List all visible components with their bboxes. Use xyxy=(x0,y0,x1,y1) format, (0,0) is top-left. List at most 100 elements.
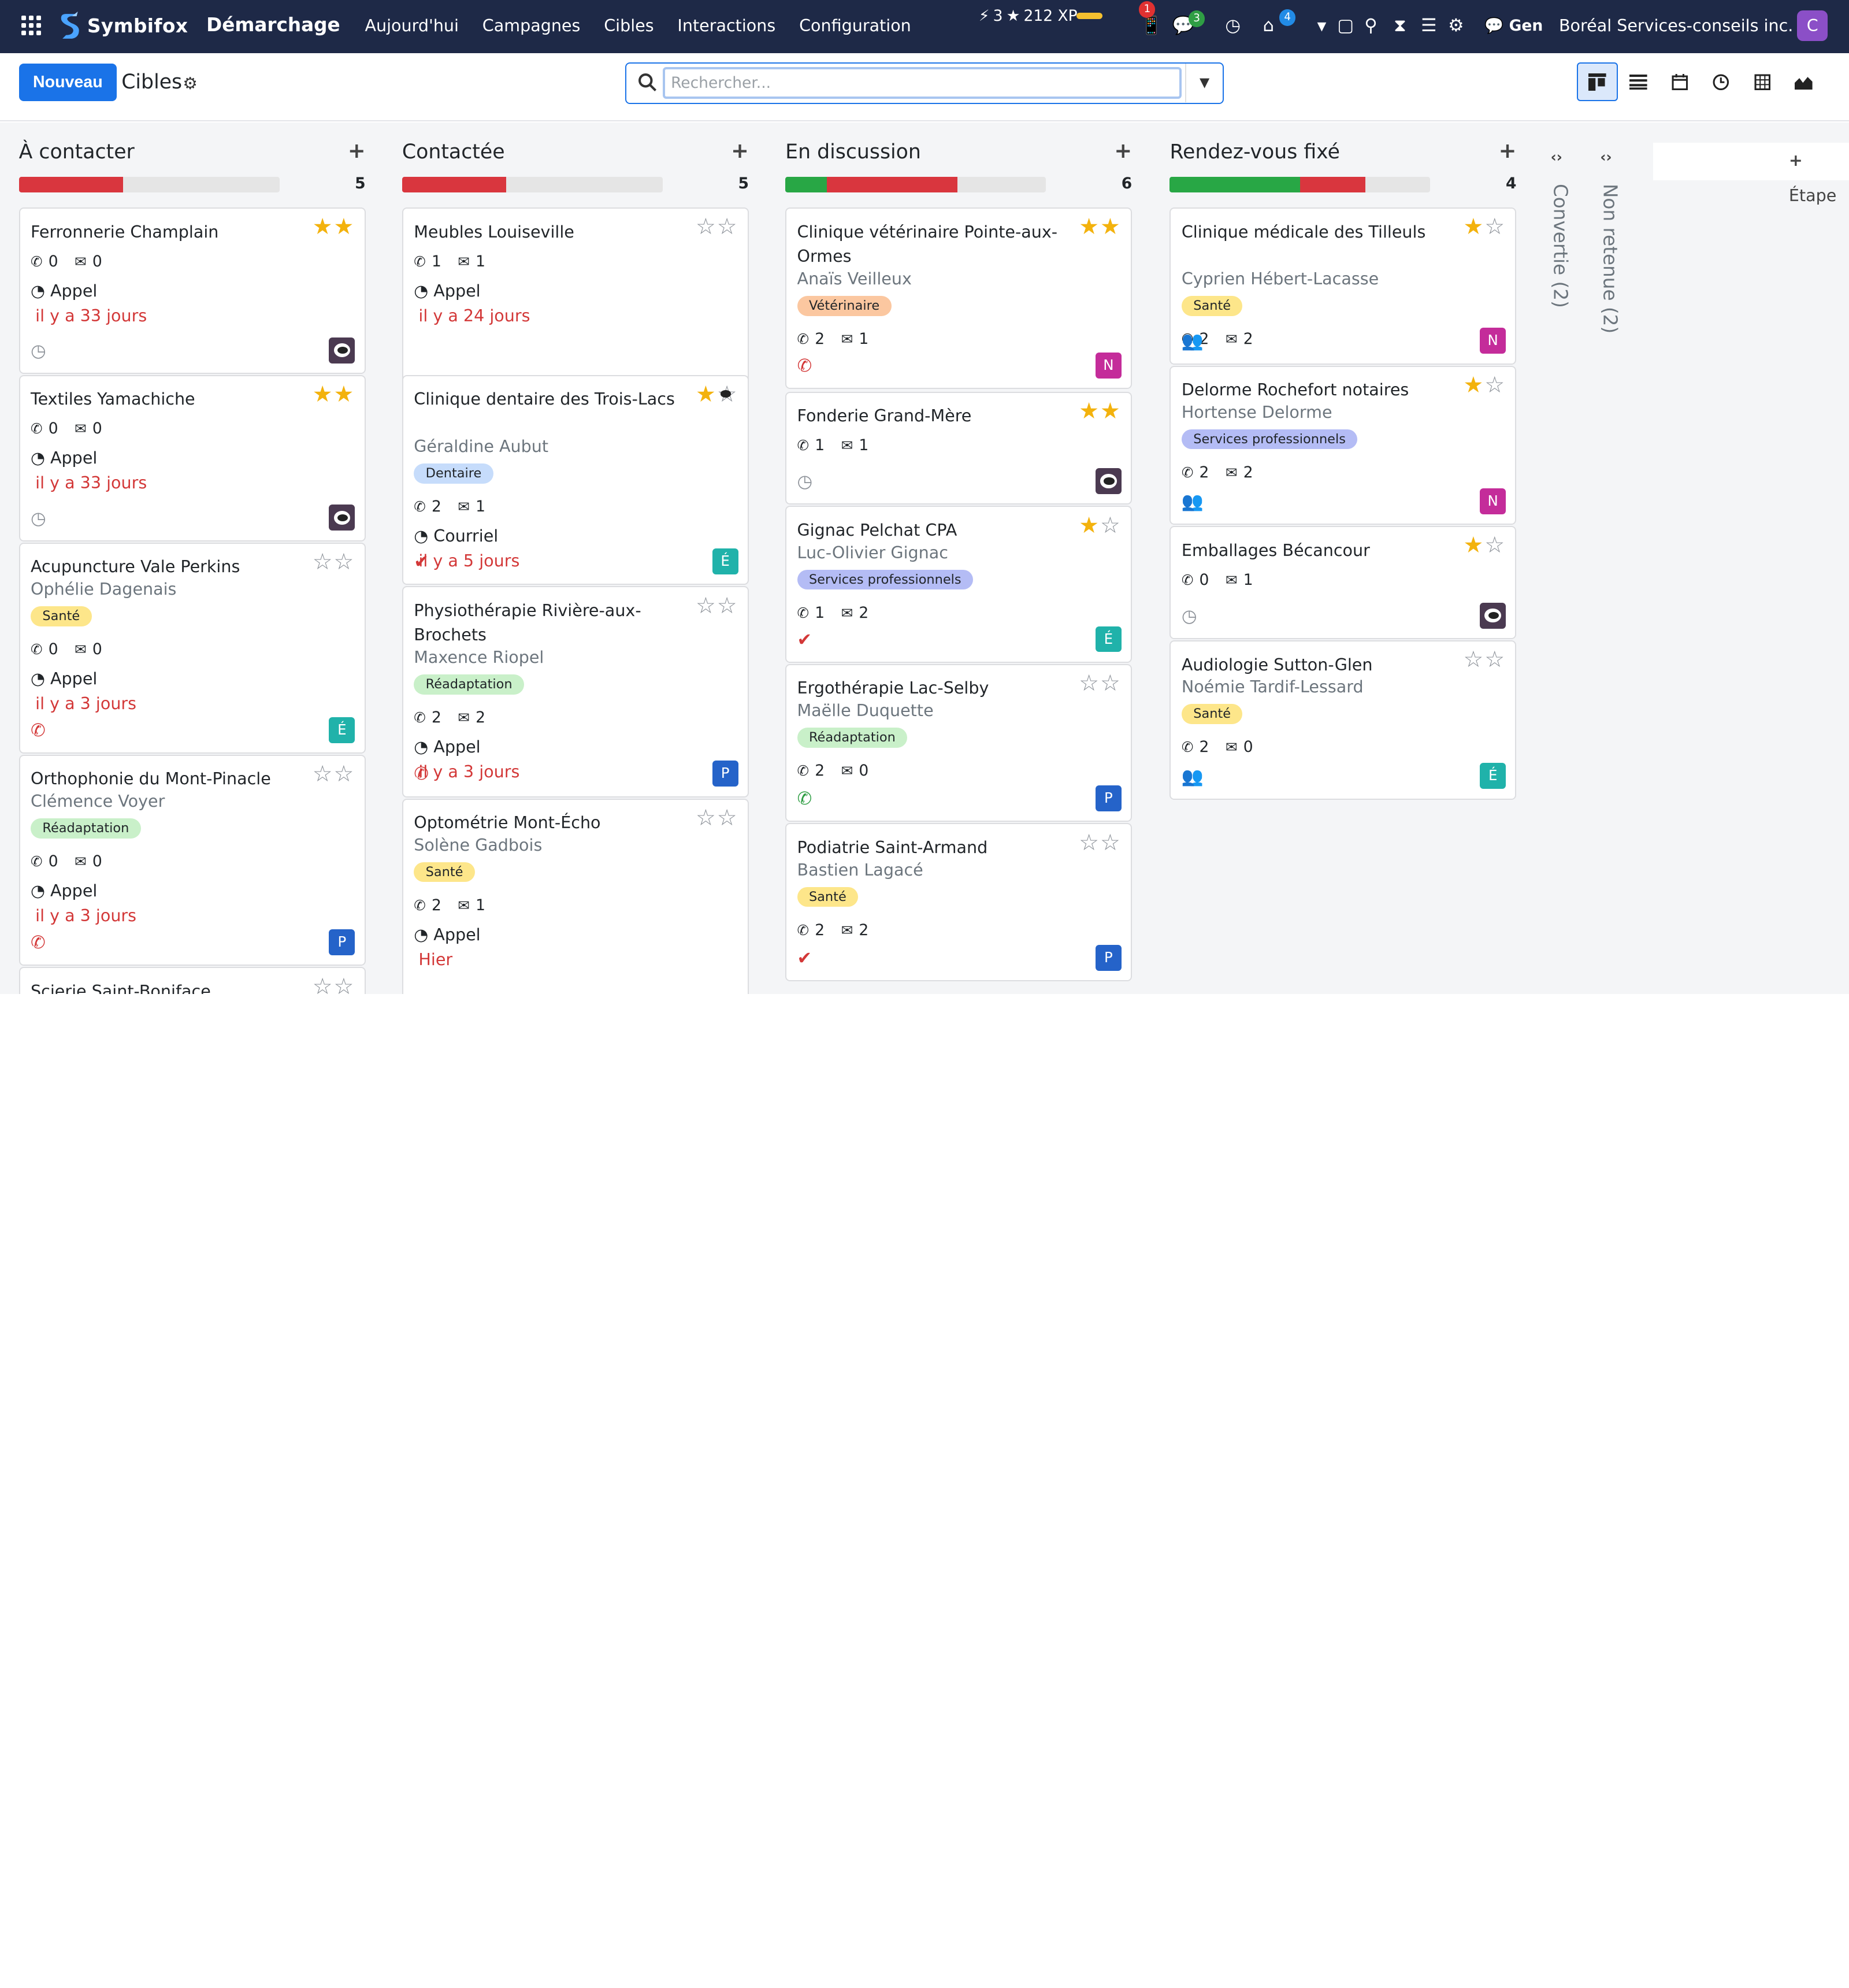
priority-star-icon[interactable]: ★ xyxy=(1079,398,1100,424)
search-icon[interactable]: ⚲ xyxy=(1364,16,1377,37)
group-icon[interactable]: 👥 xyxy=(1182,492,1204,512)
menu-item-campaigns[interactable]: Campagnes xyxy=(482,16,581,35)
assignee-avatar[interactable]: É xyxy=(1480,763,1506,789)
list-view-button[interactable] xyxy=(1618,62,1659,101)
new-button[interactable]: Nouveau xyxy=(18,64,117,102)
kanban-card[interactable]: Audiologie Sutton-Glen ☆☆ Noémie Tardif-Le… xyxy=(1169,640,1517,800)
kanban-card[interactable]: Fonderie Grand-Mère ★★ ✆ 1 ✉ 1 ◷ xyxy=(785,391,1133,505)
priority-star-icon[interactable]: ☆ xyxy=(1100,513,1122,539)
clock-icon[interactable]: ◷ xyxy=(31,342,46,361)
calendar-view-button[interactable] xyxy=(1659,62,1700,101)
next-activity[interactable]: ◔ Appel xyxy=(414,737,480,756)
check-icon[interactable]: ✔ xyxy=(797,630,812,650)
assignee-avatar[interactable] xyxy=(1095,468,1122,495)
pivot-view-button[interactable] xyxy=(1742,62,1783,101)
priority-star-icon[interactable]: ★ xyxy=(313,214,334,240)
priority-stars[interactable]: ☆☆ xyxy=(313,762,355,787)
kanban-card[interactable]: Textiles Yamachiche ★★ ✆ 0 ✉ 0 ◔ Appel il y a 3… xyxy=(18,374,366,541)
assignee-avatar[interactable]: É xyxy=(329,717,355,743)
clock-icon[interactable]: ◷ xyxy=(1182,607,1197,626)
add-stage-button[interactable]: + Étape xyxy=(1653,142,1849,205)
folded-column-converted[interactable]: ‹› Convertie (2) xyxy=(1544,123,1592,994)
priority-star-icon[interactable]: ☆ xyxy=(717,593,738,619)
menu-item-targets[interactable]: Cibles xyxy=(604,16,654,35)
priority-stars[interactable]: ★☆ xyxy=(1079,514,1122,538)
priority-star-icon[interactable]: ☆ xyxy=(696,593,717,619)
activity-view-button[interactable] xyxy=(1701,62,1742,101)
kanban-card[interactable]: Orthophonie du Mont-Pinacle ☆☆ Clémence Vo… xyxy=(18,755,366,966)
company-switcher[interactable]: Boréal Services-conseils inc. xyxy=(1559,16,1793,35)
sliders-icon[interactable]: ☰ xyxy=(1421,16,1436,37)
clock-icon[interactable]: ◷ xyxy=(1225,16,1241,37)
clock-icon[interactable]: ◷ xyxy=(31,509,46,529)
assignee-avatar[interactable] xyxy=(329,505,355,531)
priority-star-icon[interactable]: ☆ xyxy=(1484,372,1506,398)
priority-star-icon[interactable]: ★ xyxy=(1464,532,1485,558)
assignee-avatar[interactable]: P xyxy=(329,929,355,955)
caret-down-icon[interactable]: ▼ xyxy=(1317,16,1327,37)
priority-stars[interactable]: ☆☆ xyxy=(1079,672,1122,696)
menu-item-interactions[interactable]: Interactions xyxy=(677,16,775,35)
priority-stars[interactable]: ☆☆ xyxy=(1079,830,1122,856)
priority-stars[interactable]: ★☆ xyxy=(1464,214,1506,240)
group-icon[interactable]: 👥 xyxy=(1182,767,1204,787)
check-icon[interactable]: ✔ xyxy=(414,552,429,572)
add-card-plus-icon[interactable]: + xyxy=(731,138,749,163)
priority-star-icon[interactable]: ★ xyxy=(1464,372,1485,398)
priority-star-icon[interactable]: ☆ xyxy=(1079,670,1100,696)
progress-segment-green[interactable] xyxy=(785,177,827,192)
next-activity[interactable]: ◔ Appel xyxy=(414,281,480,301)
column-title[interactable]: En discussion xyxy=(785,140,921,164)
priority-star-icon[interactable]: ☆ xyxy=(1484,214,1506,240)
priority-stars[interactable]: ☆☆ xyxy=(696,593,738,619)
column-title[interactable]: Contactée xyxy=(402,140,505,164)
assignee-avatar[interactable]: P xyxy=(712,761,738,787)
priority-star-icon[interactable]: ★ xyxy=(313,381,334,407)
next-activity[interactable]: ◔ Appel xyxy=(31,448,97,468)
progress-segment-red[interactable] xyxy=(827,177,957,192)
priority-star-icon[interactable]: ★ xyxy=(1079,513,1100,539)
assignee-avatar[interactable]: N xyxy=(1095,353,1122,379)
kanban-card[interactable]: Clinique médicale des Tilleuls ★☆ Cyprien … xyxy=(1169,207,1517,365)
assignee-avatar[interactable]: N xyxy=(1480,328,1506,354)
priority-stars[interactable]: ☆☆ xyxy=(313,549,355,575)
progress-segment-green[interactable] xyxy=(1169,177,1300,192)
column-title[interactable]: Rendez-vous fixé xyxy=(1169,140,1340,164)
assignee-avatar[interactable] xyxy=(1480,602,1506,629)
check-icon[interactable]: ✔ xyxy=(797,949,812,969)
progress-segment-red[interactable] xyxy=(402,177,507,192)
activity-icon[interactable]: ⌂ xyxy=(1263,16,1274,37)
priority-stars[interactable]: ★★ xyxy=(313,214,355,240)
assignee-avatar[interactable] xyxy=(329,337,355,364)
xp-indicator[interactable]: ⚡ 3 ★ 212 XP xyxy=(979,7,1078,25)
priority-star-icon[interactable]: ☆ xyxy=(696,214,717,240)
priority-star-icon[interactable]: ☆ xyxy=(334,974,355,995)
kanban-card[interactable]: Acupuncture Vale Perkins ☆☆ Ophélie Dagena… xyxy=(18,542,366,754)
assignee-avatar[interactable]: P xyxy=(1095,785,1122,811)
priority-star-icon[interactable]: ☆ xyxy=(1484,647,1506,673)
kanban-card[interactable]: Ferronnerie Champlain ★★ ✆ 0 ✉ 0 ◔ Appel il y a… xyxy=(18,207,366,374)
kanban-card[interactable]: Gignac Pelchat CPA ★☆ Luc-Olivier Gignac Se… xyxy=(785,506,1133,663)
priority-star-icon[interactable]: ★ xyxy=(334,381,355,407)
add-card-plus-icon[interactable]: + xyxy=(1114,138,1132,163)
brand[interactable]: Symbifox xyxy=(59,12,188,40)
column-progress-bar[interactable] xyxy=(402,177,663,192)
priority-star-icon[interactable]: ☆ xyxy=(1100,830,1122,856)
priority-star-icon[interactable]: ★ xyxy=(1100,398,1122,424)
kanban-card[interactable]: Scierie Saint-Boniface ☆☆ xyxy=(18,967,366,995)
priority-stars[interactable]: ★★ xyxy=(1079,215,1122,239)
priority-star-icon[interactable]: ★ xyxy=(334,214,355,240)
progress-segment-red[interactable] xyxy=(1300,177,1365,192)
gear-icon[interactable]: ⚙ xyxy=(1448,16,1464,37)
priority-stars[interactable]: ★★ xyxy=(313,383,355,407)
search-options-caret-icon[interactable]: ▼ xyxy=(1185,64,1223,103)
next-activity[interactable]: ◔ Courriel xyxy=(414,526,498,546)
priority-stars[interactable]: ☆☆ xyxy=(696,214,738,240)
note-icon[interactable]: ▢ xyxy=(1337,16,1354,37)
menu-item-configuration[interactable]: Configuration xyxy=(799,16,911,35)
priority-star-icon[interactable]: ☆ xyxy=(334,549,355,575)
user-avatar[interactable]: C xyxy=(1797,10,1828,42)
folded-column-rejected[interactable]: ‹› Non retenue (2) xyxy=(1594,123,1642,994)
kanban-card[interactable]: Clinique vétérinaire Pointe-aux-Ormes ★★ A… xyxy=(785,207,1133,390)
kanban-card[interactable]: Optométrie Mont-Écho ☆☆ Solène Gadbois Sant… xyxy=(402,798,749,995)
